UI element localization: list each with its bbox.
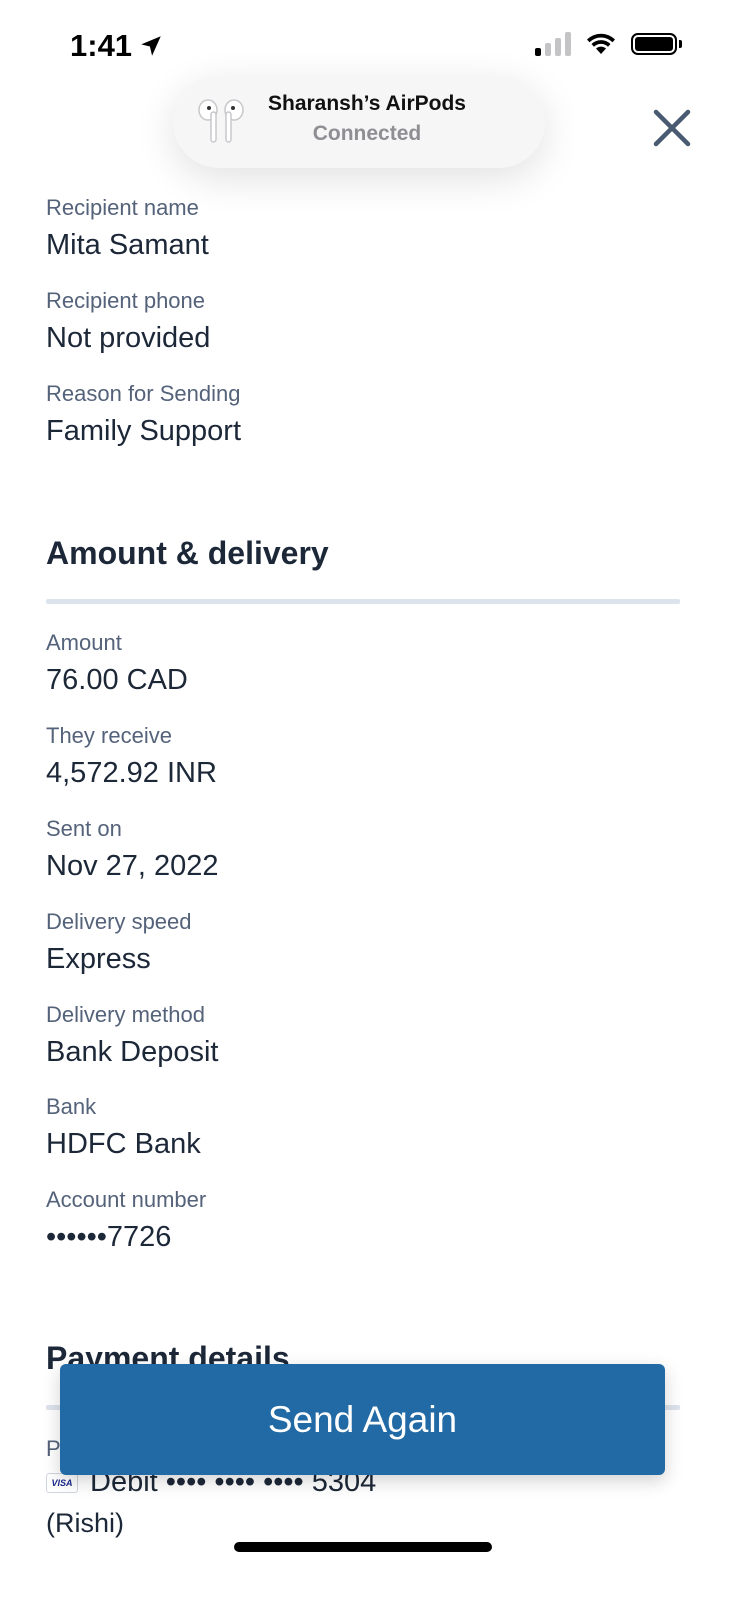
field-value: 76.00 CAD [46, 664, 188, 696]
payment-card-owner: (Rishi) [46, 1508, 124, 1538]
status-icons [535, 32, 682, 56]
status-time: 1:41 [70, 28, 164, 64]
field-label: Bank [46, 1094, 97, 1119]
field-label: Sent on [46, 816, 122, 841]
field-label: Delivery speed [46, 909, 192, 934]
close-icon[interactable] [650, 106, 694, 150]
delivery-speed-field: Delivery speed Express [46, 909, 192, 977]
divider [46, 599, 680, 604]
airpods-banner[interactable]: Sharansh’s AirPods Connected [173, 76, 545, 168]
field-value: Not provided [46, 322, 211, 354]
bank-field: Bank HDFC Bank [46, 1094, 201, 1162]
field-value: HDFC Bank [46, 1128, 201, 1160]
visa-card-icon: VISA [46, 1472, 78, 1493]
field-value: Nov 27, 2022 [46, 850, 219, 882]
battery-icon [631, 33, 682, 55]
field-label: Recipient name [46, 195, 199, 220]
recipient-phone-field: Recipient phone Not provided [46, 288, 210, 356]
they-receive-field: They receive 4,572.92 INR [46, 723, 217, 791]
field-value: 4,572.92 INR [46, 757, 217, 789]
airpods-status: Connected [312, 122, 422, 145]
account-number-field: Account number ••••••7726 [46, 1187, 206, 1255]
airpods-device-name: Sharansh’s AirPods [267, 92, 466, 115]
cellular-signal-icon [535, 32, 571, 56]
wifi-icon [587, 33, 615, 54]
field-label: They receive [46, 723, 172, 748]
field-value: Mita Samant [46, 229, 209, 261]
location-arrow-icon [141, 36, 161, 56]
field-label: Reason for Sending [46, 381, 241, 406]
field-value: Express [46, 943, 151, 975]
recipient-name-field: Recipient name Mita Samant [46, 195, 209, 263]
amount-field: Amount 76.00 CAD [46, 630, 188, 698]
field-value: Family Support [46, 415, 242, 447]
delivery-method-field: Delivery method Bank Deposit [46, 1002, 219, 1070]
field-label: Amount [46, 630, 122, 655]
payment-label-partial: P [46, 1436, 61, 1461]
send-again-button[interactable]: Send Again [60, 1364, 665, 1475]
airpods-text: Sharansh’s AirPods Connected [173, 92, 545, 146]
section-title-amount-delivery: Amount & delivery [46, 535, 329, 571]
status-time-text: 1:41 [70, 28, 133, 63]
reason-field: Reason for Sending Family Support [46, 381, 241, 449]
field-label: Recipient phone [46, 288, 206, 313]
field-value: Bank Deposit [46, 1036, 219, 1068]
field-value: ••••••7726 [46, 1221, 172, 1253]
home-indicator[interactable] [234, 1542, 492, 1552]
sent-on-field: Sent on Nov 27, 2022 [46, 816, 219, 884]
field-label: Delivery method [46, 1002, 205, 1027]
field-label: Account number [46, 1187, 207, 1212]
